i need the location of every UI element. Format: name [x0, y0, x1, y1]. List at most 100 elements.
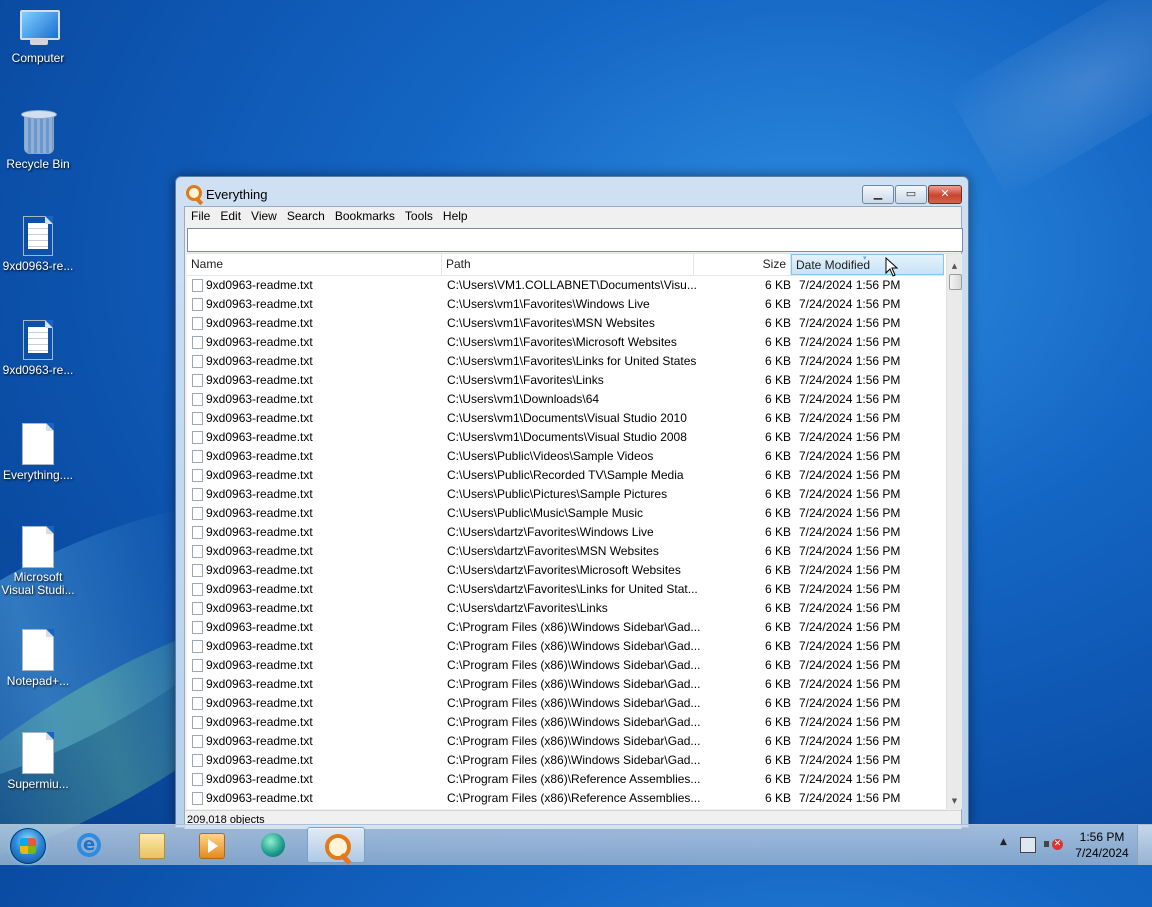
scroll-up-icon[interactable]: ▲: [947, 258, 962, 274]
desktop-icon-visual-studio[interactable]: Microsoft Visual Studi...: [0, 526, 76, 597]
row-date-modified: 7/24/2024 1:56 PM: [799, 297, 901, 311]
table-row[interactable]: 9xd0963-readme.txt C:\Users\dartz\Favorit…: [187, 523, 944, 542]
taskbar-explorer[interactable]: [122, 827, 180, 863]
desktop-icon-supermium[interactable]: Supermiu...: [0, 732, 76, 791]
close-button[interactable]: ✕: [928, 185, 962, 204]
desktop-icon-everything[interactable]: Everything....: [0, 423, 76, 482]
table-row[interactable]: 9xd0963-readme.txt C:\Users\dartz\Favorit…: [187, 599, 944, 618]
desktop-icon-label: Computer: [11, 51, 65, 65]
table-row[interactable]: 9xd0963-readme.txt C:\Users\Public\Videos…: [187, 447, 944, 466]
title-bar[interactable]: Everything ▁ ▭ ✕: [176, 177, 968, 205]
table-row[interactable]: 9xd0963-readme.txt C:\Users\Public\Pictur…: [187, 485, 944, 504]
show-hidden-icons-icon[interactable]: ▲: [1000, 837, 1007, 847]
table-row[interactable]: 9xd0963-readme.txt C:\Users\dartz\Favorit…: [187, 561, 944, 580]
column-header-path[interactable]: Path: [442, 254, 694, 275]
column-header-date-modified[interactable]: Date Modified: [791, 254, 944, 275]
table-row[interactable]: 9xd0963-readme.txt C:\Users\dartz\Favorit…: [187, 580, 944, 599]
table-row[interactable]: 9xd0963-readme.txt C:\Program Files (x86)…: [187, 751, 944, 770]
row-date-modified: 7/24/2024 1:56 PM: [799, 791, 901, 805]
table-row[interactable]: 9xd0963-readme.txt C:\Program Files (x86)…: [187, 732, 944, 751]
row-name: 9xd0963-readme.txt: [206, 715, 313, 729]
table-row[interactable]: 9xd0963-readme.txt C:\Users\VM1.COLLABNET…: [187, 276, 944, 295]
table-row[interactable]: 9xd0963-readme.txt C:\Program Files (x86)…: [187, 694, 944, 713]
desktop-icon-computer[interactable]: Computer: [0, 8, 76, 65]
row-name: 9xd0963-readme.txt: [206, 430, 313, 444]
row-date-modified: 7/24/2024 1:56 PM: [799, 601, 901, 615]
network-icon[interactable]: [1020, 837, 1036, 853]
menu-tools[interactable]: Tools: [400, 207, 438, 226]
taskbar-internet-explorer[interactable]: [60, 827, 118, 863]
results-list[interactable]: Name Path Size Date Modified ▾ 9xd0963-r…: [187, 253, 962, 809]
table-row[interactable]: 9xd0963-readme.txt C:\Users\vm1\Favorites…: [187, 371, 944, 390]
text-file-icon: [192, 678, 203, 691]
minimize-icon: ▁: [873, 187, 883, 200]
table-row[interactable]: 9xd0963-readme.txt C:\Program Files (x86)…: [187, 656, 944, 675]
text-file-icon: [192, 716, 203, 729]
taskbar-browser[interactable]: [244, 827, 302, 863]
table-row[interactable]: 9xd0963-readme.txt C:\Users\vm1\Favorites…: [187, 295, 944, 314]
show-desktop-button[interactable]: [1137, 825, 1152, 865]
menu-help[interactable]: Help: [438, 207, 473, 226]
row-name: 9xd0963-readme.txt: [206, 392, 313, 406]
row-date-modified: 7/24/2024 1:56 PM: [799, 677, 901, 691]
desktop-icon-recycle-bin[interactable]: Recycle Bin: [0, 110, 76, 171]
desktop-icon-label: Supermiu...: [7, 777, 69, 791]
text-file-icon: [192, 507, 203, 520]
table-row[interactable]: 9xd0963-readme.txt C:\Program Files (x86)…: [187, 770, 944, 789]
table-row[interactable]: 9xd0963-readme.txt C:\Users\vm1\Favorites…: [187, 314, 944, 333]
table-row[interactable]: 9xd0963-readme.txt C:\Users\vm1\Favorites…: [187, 333, 944, 352]
scrollbar-thumb[interactable]: [949, 274, 962, 290]
row-path: C:\Users\vm1\Favorites\Links for United …: [447, 354, 697, 368]
search-input[interactable]: [187, 228, 963, 252]
clock[interactable]: 1:56 PM 7/24/2024: [1068, 829, 1136, 861]
scroll-down-icon[interactable]: ▼: [947, 793, 962, 809]
row-size: 6 KB: [764, 506, 791, 520]
table-row[interactable]: 9xd0963-readme.txt C:\Users\vm1\Documents…: [187, 409, 944, 428]
row-path: C:\Users\dartz\Favorites\Windows Live: [447, 525, 654, 539]
table-row[interactable]: 9xd0963-readme.txt C:\Program Files (x86)…: [187, 637, 944, 656]
row-date-modified: 7/24/2024 1:56 PM: [799, 354, 901, 368]
row-size: 6 KB: [764, 791, 791, 805]
table-row[interactable]: 9xd0963-readme.txt C:\Users\Public\Record…: [187, 466, 944, 485]
desktop-icon-readme-1[interactable]: 9xd0963-re...: [0, 216, 76, 273]
row-name: 9xd0963-readme.txt: [206, 354, 313, 368]
row-date-modified: 7/24/2024 1:56 PM: [799, 582, 901, 596]
row-size: 6 KB: [764, 772, 791, 786]
taskbar: ▲ 1:56 PM 7/24/2024: [0, 824, 1152, 865]
maximize-button[interactable]: ▭: [895, 185, 927, 204]
everything-window[interactable]: Everything ▁ ▭ ✕ File Edit View Search Bookm…: [175, 176, 969, 829]
desktop-icon-readme-2[interactable]: 9xd0963-re...: [0, 320, 76, 377]
start-button[interactable]: [4, 825, 48, 865]
menu-bookmarks[interactable]: Bookmarks: [330, 207, 400, 226]
table-row[interactable]: 9xd0963-readme.txt C:\Program Files (x86)…: [187, 713, 944, 732]
column-header-name[interactable]: Name: [187, 254, 442, 275]
text-file-icon: [192, 450, 203, 463]
menu-view[interactable]: View: [246, 207, 282, 226]
text-file-icon: [192, 735, 203, 748]
table-row[interactable]: 9xd0963-readme.txt C:\Users\vm1\Downloads…: [187, 390, 944, 409]
row-size: 6 KB: [764, 601, 791, 615]
row-path: C:\Program Files (x86)\Reference Assembl…: [447, 772, 701, 786]
row-name: 9xd0963-readme.txt: [206, 487, 313, 501]
table-row[interactable]: 9xd0963-readme.txt C:\Users\vm1\Documents…: [187, 428, 944, 447]
table-row[interactable]: 9xd0963-readme.txt C:\Program Files (x86)…: [187, 789, 944, 808]
close-icon: ✕: [940, 187, 950, 200]
globe-icon: [261, 833, 285, 857]
taskbar-everything[interactable]: [307, 827, 365, 863]
desktop-icon-notepad[interactable]: Notepad+...: [0, 629, 76, 688]
table-row[interactable]: 9xd0963-readme.txt C:\Users\dartz\Favorit…: [187, 542, 944, 561]
minimize-button[interactable]: ▁: [862, 185, 894, 204]
menu-search[interactable]: Search: [282, 207, 330, 226]
table-row[interactable]: 9xd0963-readme.txt C:\Program Files (x86)…: [187, 618, 944, 637]
table-row[interactable]: 9xd0963-readme.txt C:\Program Files (x86)…: [187, 675, 944, 694]
vertical-scrollbar[interactable]: ▲ ▼: [946, 254, 962, 809]
volume-muted-icon[interactable]: [1044, 837, 1063, 851]
menu-file[interactable]: File: [186, 207, 215, 226]
table-row[interactable]: 9xd0963-readme.txt C:\Users\vm1\Favorites…: [187, 352, 944, 371]
menu-edit[interactable]: Edit: [215, 207, 246, 226]
column-header: Name Path Size Date Modified ▾: [187, 254, 944, 276]
table-row[interactable]: 9xd0963-readme.txt C:\Users\Public\Music\…: [187, 504, 944, 523]
taskbar-media-player[interactable]: [182, 827, 240, 863]
column-header-size[interactable]: Size: [694, 254, 791, 275]
internet-explorer-icon: [77, 833, 101, 857]
